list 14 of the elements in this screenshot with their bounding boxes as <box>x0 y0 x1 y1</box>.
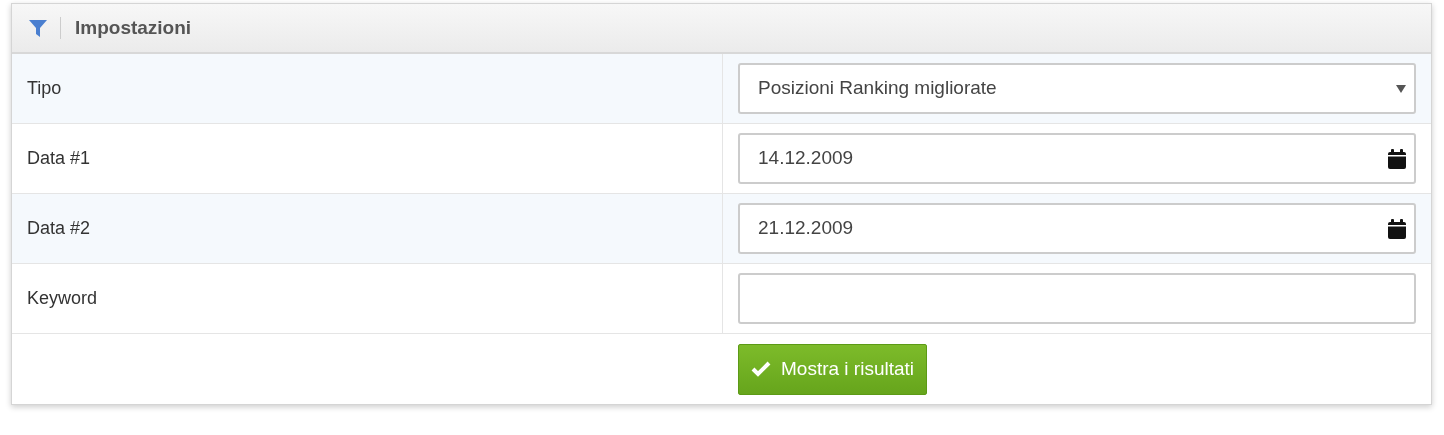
calendar-icon <box>1388 148 1406 169</box>
dropdown[interactable]: Posizioni Ranking migliorate <box>738 63 1416 114</box>
field-label: Tipo <box>27 77 62 100</box>
check-icon <box>751 361 771 377</box>
panel-title: Impostazioni <box>75 15 192 40</box>
input-field[interactable] <box>738 273 1416 324</box>
date-field[interactable]: 21.12.2009 <box>738 203 1416 254</box>
field-label: Data #1 <box>27 147 91 170</box>
field-label: Data #2 <box>27 217 91 240</box>
field-label: Keyword <box>27 287 98 310</box>
date-field[interactable]: 14.12.2009 <box>738 133 1416 184</box>
caret-icon <box>1396 84 1406 93</box>
filter-icon <box>28 18 48 38</box>
calendar-icon <box>1388 218 1406 239</box>
